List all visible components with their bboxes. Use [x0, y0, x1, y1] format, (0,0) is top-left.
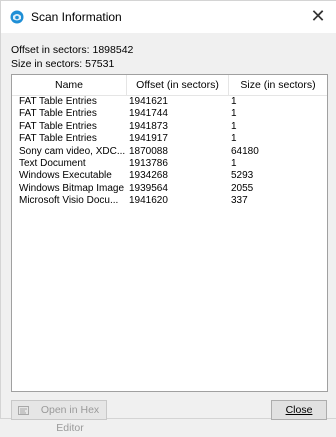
close-button-label: Close	[285, 404, 313, 416]
cell-size: 64180	[231, 145, 259, 157]
open-in-hex-editor-button[interactable]: Open in Hex Editor	[11, 400, 107, 434]
hex-editor-icon	[18, 406, 29, 415]
close-icon[interactable]: ✕	[306, 5, 330, 27]
table-row[interactable]: FAT Table Entries 1941917 1	[12, 133, 327, 145]
table-header: Name Offset (in sectors) Size (in sector…	[12, 75, 327, 96]
cell-name: Windows Bitmap Image	[19, 182, 125, 194]
cell-size: 1	[231, 157, 237, 169]
table-row[interactable]: Text Document 1913786 1	[12, 158, 327, 170]
cell-size: 337	[231, 195, 248, 207]
cell-size: 5293	[231, 170, 254, 182]
table-row[interactable]: Windows Executable 1934268 5293	[12, 170, 327, 182]
cell-size: 1	[231, 133, 237, 145]
cell-size: 1	[231, 108, 237, 120]
cell-offset: 1941873	[129, 120, 168, 132]
cell-name: FAT Table Entries	[19, 133, 97, 145]
cell-offset: 1941917	[129, 133, 168, 145]
table-row[interactable]: Sony cam video, XDC... 1870088 64180	[12, 146, 327, 158]
cell-offset: 1870088	[129, 145, 168, 157]
table-row[interactable]: FAT Table Entries 1941621 1	[12, 96, 327, 108]
cell-name: Microsoft Visio Docu...	[19, 195, 119, 207]
cell-offset: 1939564	[129, 182, 168, 194]
scan-app-icon	[10, 10, 24, 24]
cell-offset: 1913786	[129, 157, 168, 169]
offset-info: Offset in sectors: 1898542	[11, 44, 134, 56]
column-header-name[interactable]: Name	[12, 75, 127, 95]
cell-size: 1	[231, 96, 237, 107]
dialog-title: Scan Information	[31, 10, 122, 24]
cell-name: Windows Executable	[19, 170, 112, 182]
cell-name: Sony cam video, XDC...	[19, 145, 125, 157]
column-header-size[interactable]: Size (in sectors)	[229, 75, 327, 95]
open-in-hex-editor-label: Open in Hex Editor	[40, 404, 100, 434]
title-bar: Scan Information ✕	[1, 1, 336, 33]
scan-information-dialog: Scan Information ✕ Offset in sectors: 18…	[0, 0, 336, 434]
cell-name: FAT Table Entries	[19, 108, 97, 120]
close-button[interactable]: Close	[271, 400, 327, 420]
cell-offset: 1934268	[129, 170, 168, 182]
table-row[interactable]: FAT Table Entries 1941873 1	[12, 121, 327, 133]
results-table[interactable]: Name Offset (in sectors) Size (in sector…	[11, 74, 328, 392]
table-body: FAT Table Entries 1941621 1 FAT Table En…	[12, 96, 327, 208]
table-row[interactable]: Windows Bitmap Image 1939564 2055	[12, 183, 327, 195]
column-header-offset[interactable]: Offset (in sectors)	[127, 75, 229, 95]
cell-name: Text Document	[19, 157, 86, 169]
cell-size: 1	[231, 120, 237, 132]
cell-name: FAT Table Entries	[19, 120, 97, 132]
table-row[interactable]: Microsoft Visio Docu... 1941620 337	[12, 195, 327, 207]
cell-offset: 1941620	[129, 195, 168, 207]
cell-offset: 1941621	[129, 96, 168, 107]
cell-size: 2055	[231, 182, 254, 194]
cell-offset: 1941744	[129, 108, 168, 120]
cell-name: FAT Table Entries	[19, 96, 97, 107]
size-info: Size in sectors: 57531	[11, 58, 115, 70]
table-row[interactable]: FAT Table Entries 1941744 1	[12, 108, 327, 120]
